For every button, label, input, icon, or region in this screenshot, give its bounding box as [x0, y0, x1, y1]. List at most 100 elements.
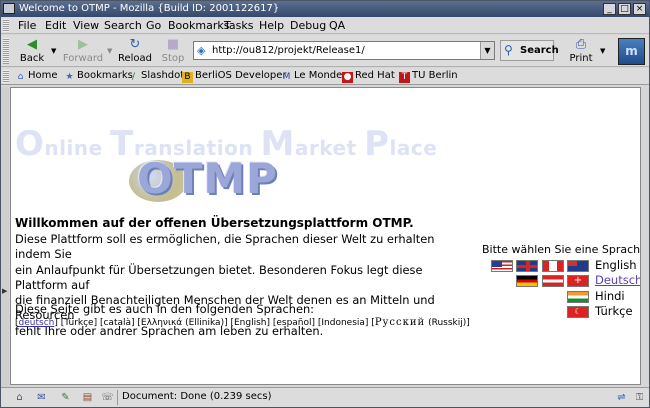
lang-english[interactable]: English: [595, 258, 637, 272]
navigator-icon[interactable]: ⌂: [13, 392, 26, 403]
page-content: Online Translation Market Place OTMP Wil…: [10, 87, 641, 385]
bookmarks-grip[interactable]: [3, 70, 9, 83]
lang-turkce[interactable]: Türkçe: [595, 304, 633, 318]
bookmark-lemonde-label: Le Monde: [294, 70, 343, 81]
menu-tasks[interactable]: Tasks: [224, 19, 253, 32]
switzerland-flag-icon: +: [567, 275, 589, 287]
bookmark-bookmarks-label: Bookmarks: [77, 70, 133, 81]
link-russian[interactable]: Русский: [375, 317, 425, 328]
bookmark-lemonde[interactable]: M Le Monde: [281, 70, 343, 83]
title-bar: Welcome to OTMP - Mozilla {Build ID: 200…: [1, 1, 649, 17]
india-flag-icon: [567, 291, 589, 303]
reload-button[interactable]: ↻ Reload: [114, 37, 156, 67]
bookmark-home-label: Home: [28, 70, 58, 81]
logo-text: OTMP: [137, 154, 278, 203]
turkey-flag-icon: ☾: [567, 306, 589, 318]
status-separator: [117, 390, 118, 405]
banner-part: nline: [44, 136, 111, 160]
browser-window: Welcome to OTMP - Mozilla {Build ID: 200…: [0, 0, 650, 408]
berlios-icon: B: [182, 72, 193, 83]
back-dropdown-icon[interactable]: ▼: [51, 47, 56, 55]
close-icon[interactable]: ×: [633, 3, 646, 15]
redhat-icon: ●: [342, 72, 353, 83]
menu-search[interactable]: Search: [104, 19, 142, 32]
sidebar-grippy[interactable]: ▶: [1, 87, 9, 387]
forward-arrow-icon: ▶: [78, 37, 88, 52]
germany-flag-icon: [516, 275, 538, 287]
print-dropdown-icon[interactable]: ▼: [600, 47, 605, 55]
menu-view[interactable]: View: [73, 19, 99, 32]
forward-button[interactable]: ▶ Forward: [59, 37, 107, 67]
bookmark-berlios[interactable]: B BerliOS Developer: [182, 70, 287, 83]
stop-button[interactable]: ■ Stop: [152, 37, 194, 67]
online-icon[interactable]: ⇌: [615, 392, 628, 403]
bookmark-home[interactable]: ⌂ Home: [15, 70, 58, 83]
bookmark-bookmarks[interactable]: ★ Bookmarks: [64, 70, 133, 83]
menu-file[interactable]: File: [18, 19, 36, 32]
window-menu-icon[interactable]: [3, 3, 15, 14]
window-title: Welcome to OTMP - Mozilla {Build ID: 200…: [19, 3, 280, 14]
bookmark-tuberlin[interactable]: T TU Berlin: [399, 70, 458, 83]
banner-part: lace: [389, 136, 438, 160]
bookmark-redhat-label: Red Hat: [355, 70, 395, 81]
menu-bookmarks[interactable]: Bookmarks: [168, 19, 229, 32]
mozilla-throbber-icon[interactable]: m: [618, 38, 645, 65]
choose-language-label: Bitte wählen Sie eine Sprache:: [482, 243, 641, 256]
lemonde-icon: M: [282, 72, 291, 82]
menu-qa[interactable]: QA: [329, 19, 345, 32]
mail-icon[interactable]: ✉: [35, 392, 48, 403]
menu-debug[interactable]: Debug: [290, 19, 326, 32]
back-button[interactable]: ◀ Back: [11, 37, 53, 67]
reload-icon: ↻: [129, 37, 141, 52]
language-links: [deutsch] [Türkçe] [català] [Ελληνικά (E…: [15, 317, 470, 328]
minimize-icon[interactable]: _: [603, 3, 616, 15]
back-arrow-icon: ◀: [27, 37, 37, 52]
bookmarks-icon: ★: [65, 72, 74, 82]
tuberlin-icon: T: [399, 72, 410, 83]
link-deutsch[interactable]: deutsch: [19, 318, 55, 328]
menu-help[interactable]: Help: [259, 19, 284, 32]
menu-bar: File Edit View Search Go Bookmarks Tasks…: [1, 17, 649, 34]
url-dropdown-icon[interactable]: ▼: [480, 42, 494, 59]
page-icon: ◈: [197, 44, 206, 57]
addressbook-icon[interactable]: ▤: [81, 392, 94, 403]
language-list-text[interactable]: ] [Türkçe] [català] [Ελληνικά (Ellinika)…: [54, 318, 374, 328]
banner-part: O: [15, 124, 45, 164]
language-list-tail[interactable]: (Russkij)]: [425, 318, 470, 328]
security-icon[interactable]: ⚿: [633, 392, 646, 403]
welcome-line: Diese Plattform soll es ermöglichen, die…: [15, 232, 435, 262]
bookmark-redhat[interactable]: ● Red Hat: [342, 70, 395, 83]
sidebar-arrow-icon: ▶: [2, 287, 8, 295]
menu-go[interactable]: Go: [146, 19, 161, 32]
bookmark-slashdot[interactable]: / Slashdot: [128, 70, 184, 83]
search-icon: ⚲: [504, 43, 513, 57]
stop-icon: ■: [166, 37, 180, 52]
reload-label: Reload: [117, 53, 153, 64]
search-button[interactable]: ⚲ Search: [500, 40, 559, 61]
chat-icon[interactable]: ☏: [101, 392, 114, 403]
menu-edit[interactable]: Edit: [45, 19, 66, 32]
lang-deutsch[interactable]: Deutsch: [595, 273, 640, 287]
other-languages-text: Diese Seite gibt es auch in den folgende…: [15, 302, 315, 316]
home-icon: ⌂: [17, 72, 24, 82]
print-label: Print: [569, 53, 593, 64]
url-input[interactable]: [212, 43, 474, 58]
personal-toolbar: ⌂ Home ★ Bookmarks / Slashdot B BerliOS Deve…: [1, 68, 649, 85]
print-button[interactable]: ⎙ Print: [563, 37, 599, 67]
australia-flag-icon: [567, 260, 589, 272]
maximize-icon[interactable]: □: [618, 3, 631, 15]
bookmark-slashdot-label: Slashdot: [141, 70, 185, 81]
uk-flag-icon: [516, 260, 538, 272]
status-text: Document: Done (0.239 secs): [122, 391, 272, 402]
url-bar[interactable]: ◈ ▼: [193, 41, 495, 60]
lang-hindi[interactable]: Hindi: [595, 289, 625, 303]
search-label: Search: [520, 45, 559, 56]
austria-flag-icon: [542, 275, 564, 287]
canada-flag-icon: [542, 260, 564, 272]
welcome-heading: Willkommen auf der offenen Übersetzungsp…: [15, 216, 414, 230]
forward-dropdown-icon[interactable]: ▼: [107, 47, 112, 55]
composer-icon[interactable]: ✎: [59, 392, 72, 403]
toolbar-grip[interactable]: [3, 38, 9, 64]
menu-grip[interactable]: [3, 19, 9, 32]
bookmark-berlios-label: BerliOS Developer: [195, 70, 287, 81]
